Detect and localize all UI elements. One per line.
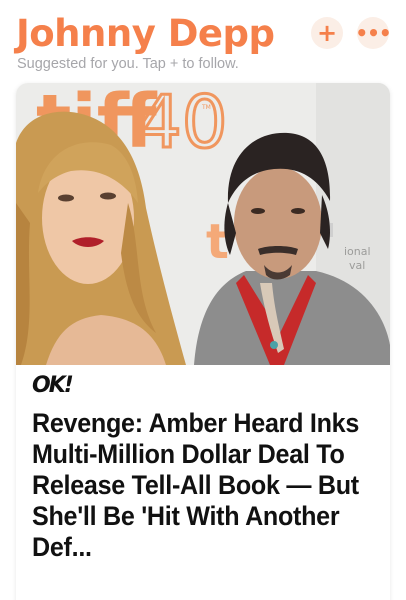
publisher-logo: OK! [32,373,74,398]
backdrop-side-text-2: val [349,259,365,272]
article-headline[interactable]: Revenge: Amber Heard Inks Multi-Million … [32,408,359,563]
follow-button[interactable]: + [311,17,343,49]
article-image: tiff 40 TM t ional val [16,83,390,365]
ellipsis-icon: ••• [355,21,391,45]
backdrop-anniversary-text: 40 [136,83,228,164]
plus-icon: + [316,19,338,47]
topic-title: Johnny Depp [16,12,275,55]
more-options-button[interactable]: ••• [355,17,392,49]
backdrop-trademark-text: TM [201,104,211,111]
suggestion-subtitle: Suggested for you. Tap + to follow. [17,56,239,72]
backdrop-side-text: ional [344,245,371,258]
article-card[interactable]: tiff 40 TM t ional val [16,83,390,600]
